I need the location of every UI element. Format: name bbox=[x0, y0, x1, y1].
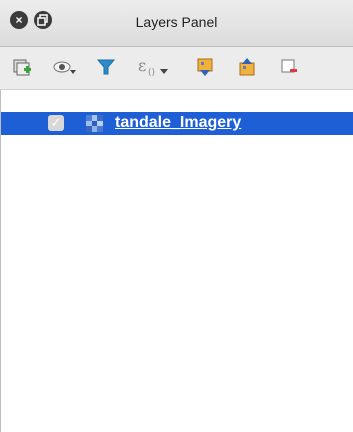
layer-tree[interactable]: ✓ tandale_Imagery bbox=[0, 90, 353, 432]
expand-all-button[interactable] bbox=[191, 53, 219, 81]
filter-legend-button[interactable] bbox=[92, 53, 120, 81]
add-group-button[interactable] bbox=[8, 53, 36, 81]
manage-visibility-icon bbox=[53, 61, 76, 74]
svg-text:ε: ε bbox=[138, 56, 146, 75]
filter-expression-icon: ε () bbox=[138, 56, 168, 78]
remove-layer-icon bbox=[281, 59, 297, 73]
remove-layer-button[interactable] bbox=[275, 53, 303, 81]
layer-item[interactable]: ✓ tandale_Imagery bbox=[0, 112, 353, 135]
panel-left-border bbox=[0, 90, 1, 432]
expand-all-icon bbox=[197, 58, 213, 76]
svg-text:(): () bbox=[148, 68, 155, 78]
panel-titlebar: × Layers Panel bbox=[0, 0, 353, 47]
layer-visibility-checkbox[interactable]: ✓ bbox=[48, 115, 64, 131]
layers-toolbar: ε () bbox=[0, 47, 353, 90]
collapse-all-button[interactable] bbox=[233, 53, 261, 81]
filter-legend-icon bbox=[96, 59, 116, 75]
manage-visibility-button[interactable] bbox=[50, 53, 78, 81]
add-group-icon bbox=[13, 59, 31, 76]
panel-title: Layers Panel bbox=[135, 14, 218, 30]
raster-layer-icon bbox=[86, 115, 103, 132]
layer-name[interactable]: tandale_Imagery bbox=[115, 114, 241, 132]
filter-expression-button[interactable]: ε () bbox=[134, 53, 172, 81]
collapse-all-icon bbox=[239, 58, 255, 76]
